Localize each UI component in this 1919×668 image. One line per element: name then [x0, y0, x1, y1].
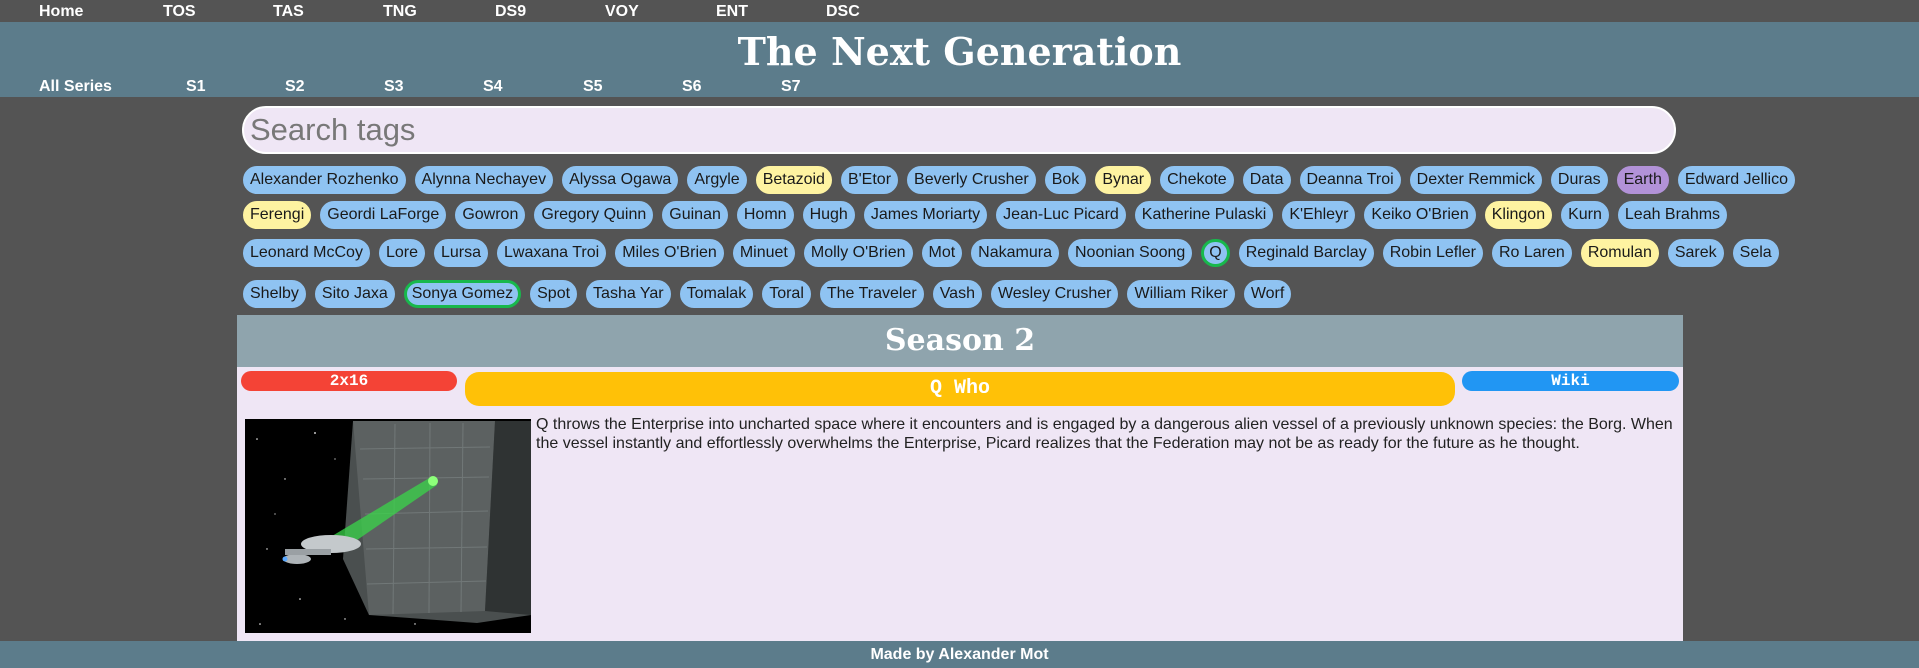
tag-chip[interactable]: Edward Jellico	[1677, 166, 1795, 194]
tag-chip[interactable]: Miles O'Brien	[615, 239, 724, 267]
season-link-s1[interactable]: S1	[186, 78, 206, 96]
tag-chip[interactable]: Bynar	[1095, 166, 1152, 194]
tag-chip[interactable]: Homn	[736, 201, 794, 229]
nav-link-ds9[interactable]: DS9	[495, 3, 526, 21]
tag-chip[interactable]: Alexander Rozhenko	[243, 166, 406, 194]
nav-link-tas[interactable]: TAS	[273, 3, 304, 21]
tag-chip[interactable]: Sito Jaxa	[314, 280, 395, 308]
tag-chip[interactable]: Molly O'Brien	[803, 239, 913, 267]
tag-chip[interactable]: Betazoid	[755, 166, 832, 194]
tag-chip[interactable]: Reginald Barclay	[1238, 239, 1374, 267]
nav-link-dsc[interactable]: DSC	[826, 3, 860, 21]
tag-chip[interactable]: Chekote	[1160, 166, 1234, 194]
tag-row: Leonard McCoy Lore Lursa Lwaxana Troi Mi…	[243, 236, 1788, 270]
page-header: The Next Generation All Series S1 S2 S3 …	[0, 22, 1919, 97]
season-link-s7[interactable]: S7	[781, 78, 801, 96]
tag-chip[interactable]: Leonard McCoy	[243, 239, 370, 267]
tag-chip[interactable]: Spot	[530, 280, 578, 308]
tag-row: Ferengi Geordi LaForge Gowron Gregory Qu…	[243, 198, 1736, 232]
tag-chip[interactable]: Argyle	[687, 166, 747, 194]
nav-link-tng[interactable]: TNG	[383, 3, 417, 21]
tag-chip[interactable]: Ferengi	[243, 201, 312, 229]
tag-chip[interactable]: Romulan	[1580, 239, 1659, 267]
tag-chip[interactable]: William Riker	[1127, 280, 1235, 308]
tag-chip[interactable]: Lore	[378, 239, 425, 267]
tag-chip[interactable]: Shelby	[243, 280, 306, 308]
tag-chip[interactable]: Geordi LaForge	[320, 201, 447, 229]
search-input[interactable]	[242, 106, 1676, 154]
tag-chip[interactable]: Sonya Gomez	[403, 280, 522, 308]
tag-chip[interactable]: Gregory Quinn	[534, 201, 654, 229]
season-link-s4[interactable]: S4	[483, 78, 503, 96]
tag-chip[interactable]: Toral	[762, 280, 811, 308]
nav-link-tos[interactable]: TOS	[163, 3, 196, 21]
tag-chip[interactable]: Guinan	[662, 201, 728, 229]
tag-chip[interactable]: Lursa	[433, 239, 489, 267]
tag-chip[interactable]: The Traveler	[819, 280, 924, 308]
tag-chip[interactable]: Bok	[1044, 166, 1087, 194]
series-nav: Home TOS TAS TNG DS9 VOY ENT DSC	[0, 0, 1919, 22]
footer-credit: Made by Alexander Mot	[0, 641, 1919, 668]
tag-chip[interactable]: Worf	[1243, 280, 1292, 308]
tag-chip[interactable]: Lwaxana Troi	[497, 239, 607, 267]
tag-chip[interactable]: Jean-Luc Picard	[996, 201, 1126, 229]
season-heading: Season 2	[237, 315, 1683, 367]
season-link-s2[interactable]: S2	[285, 78, 305, 96]
tag-chip[interactable]: Data	[1242, 166, 1291, 194]
tag-chip[interactable]: Q	[1201, 239, 1230, 267]
tag-chip[interactable]: Mot	[921, 239, 963, 267]
tag-chip[interactable]: Dexter Remmick	[1409, 166, 1542, 194]
page-title: The Next Generation	[737, 29, 1182, 74]
tag-chip[interactable]: Kurn	[1561, 201, 1609, 229]
episode-description: Q throws the Enterprise into uncharted s…	[536, 416, 1673, 452]
tag-chip[interactable]: Tasha Yar	[586, 280, 671, 308]
episode-thumbnail	[245, 419, 531, 633]
tag-chip[interactable]: Earth	[1616, 166, 1669, 194]
season-link-s5[interactable]: S5	[583, 78, 603, 96]
tag-chip[interactable]: James Moriarty	[863, 201, 988, 229]
season-link-s6[interactable]: S6	[682, 78, 702, 96]
tag-chip[interactable]: Sela	[1732, 239, 1779, 267]
nav-link-ent[interactable]: ENT	[716, 3, 748, 21]
tag-chip[interactable]: Gowron	[455, 201, 526, 229]
nav-link-home[interactable]: Home	[39, 3, 83, 21]
tag-chip[interactable]: Klingon	[1484, 201, 1553, 229]
tag-chip[interactable]: Ro Laren	[1491, 239, 1572, 267]
tag-chip[interactable]: Deanna Troi	[1299, 166, 1401, 194]
tag-chip[interactable]: Keiko O'Brien	[1364, 201, 1476, 229]
tag-row: Alexander Rozhenko Alynna Nechayev Alyss…	[243, 163, 1804, 197]
tag-row: Shelby Sito Jaxa Sonya Gomez Spot Tasha …	[243, 277, 1300, 311]
episode-number-badge: 2x16	[241, 371, 457, 391]
tag-chip[interactable]: Tomalak	[679, 280, 754, 308]
tag-chip[interactable]: B'Etor	[840, 166, 899, 194]
nav-link-voy[interactable]: VOY	[605, 3, 639, 21]
wiki-button[interactable]: Wiki	[1462, 371, 1679, 391]
tag-chip[interactable]: Minuet	[732, 239, 795, 267]
tag-chip[interactable]: Hugh	[802, 201, 855, 229]
tag-chip[interactable]: Nakamura	[971, 239, 1059, 267]
tag-chip[interactable]: Sarek	[1667, 239, 1724, 267]
tag-chip[interactable]: K'Ehleyr	[1282, 201, 1356, 229]
tag-chip[interactable]: Duras	[1550, 166, 1608, 194]
season-link-s3[interactable]: S3	[384, 78, 404, 96]
tag-chip[interactable]: Alyssa Ogawa	[562, 166, 679, 194]
tag-chip[interactable]: Robin Lefler	[1382, 239, 1483, 267]
episode-card: 2x16 Q Who Wiki Q throws the Enterprise …	[237, 367, 1683, 641]
tag-chip[interactable]: Beverly Crusher	[907, 166, 1036, 194]
tag-chip[interactable]: Noonian Soong	[1067, 239, 1193, 267]
tag-chip[interactable]: Leah Brahms	[1617, 201, 1728, 229]
episode-title: Q Who	[465, 372, 1455, 406]
tag-chip[interactable]: Vash	[932, 280, 982, 308]
tag-chip[interactable]: Alynna Nechayev	[414, 166, 554, 194]
tag-chip[interactable]: Wesley Crusher	[990, 280, 1119, 308]
tag-chip[interactable]: Katherine Pulaski	[1134, 201, 1274, 229]
season-link-all[interactable]: All Series	[39, 78, 112, 96]
